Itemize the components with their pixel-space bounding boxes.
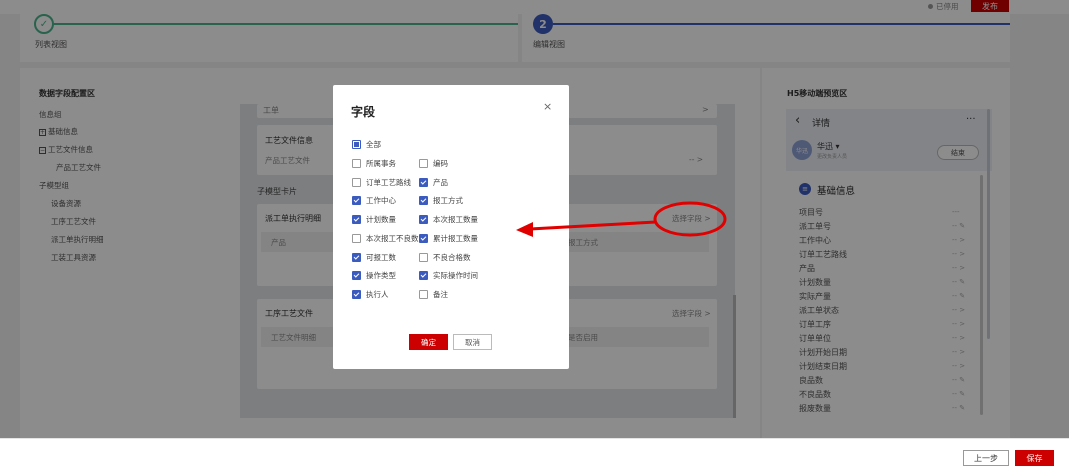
annotation-arrow-line (529, 220, 657, 231)
annotation-arrow-head (516, 222, 533, 237)
annotation-overlay (516, 201, 727, 237)
annotation-ellipse (653, 201, 727, 237)
